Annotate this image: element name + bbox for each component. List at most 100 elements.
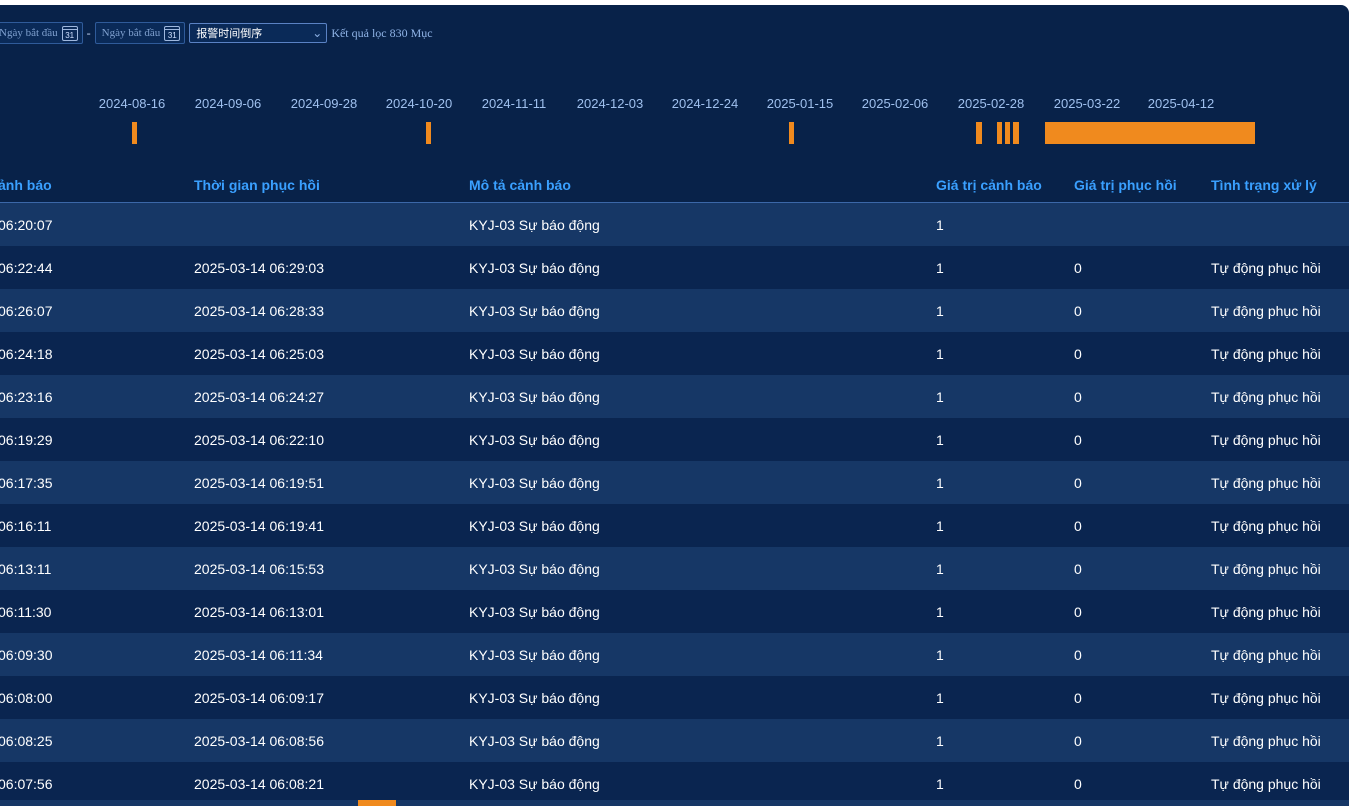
cell-recovery-time: 2025-03-14 06:22:10 xyxy=(194,432,324,448)
cell-recovery-time: 2025-03-14 06:24:27 xyxy=(194,389,324,405)
column-header-recovery-time[interactable]: Thời gian phục hồi xyxy=(194,177,320,193)
timeline-alarm-bar[interactable] xyxy=(1013,122,1019,144)
cell-status: Tự động phục hồi xyxy=(1211,518,1321,534)
cell-status: Tự động phục hồi xyxy=(1211,260,1321,276)
table-header: ảnh báo Thời gian phục hồi Mô tả cảnh bá… xyxy=(0,168,1349,203)
table-row[interactable]: 06:07:56 2025-03-14 06:08:21 KYJ-03 Sự b… xyxy=(0,762,1349,805)
cell-recovery-time: 2025-03-14 06:11:34 xyxy=(194,647,323,663)
timeline-label: 2025-02-28 xyxy=(957,96,1025,111)
cell-recovery-time: 2025-03-14 06:19:41 xyxy=(194,518,324,534)
timeline-alarm-bar[interactable] xyxy=(426,122,431,144)
table-row[interactable]: 06:11:30 2025-03-14 06:13:01 KYJ-03 Sự b… xyxy=(0,590,1349,633)
cell-status: Tự động phục hồi xyxy=(1211,647,1321,663)
cell-recovery-value: 0 xyxy=(1074,604,1082,620)
cell-alarm-value: 1 xyxy=(936,776,944,792)
cell-description: KYJ-03 Sự báo động xyxy=(469,303,600,319)
cell-recovery-time: 2025-03-14 06:19:51 xyxy=(194,475,324,491)
column-header-description[interactable]: Mô tả cảnh báo xyxy=(469,177,571,193)
cell-status: Tự động phục hồi xyxy=(1211,561,1321,577)
table-row[interactable]: 06:24:18 2025-03-14 06:25:03 KYJ-03 Sự b… xyxy=(0,332,1349,375)
alarm-timeline: 2024-08-16 2024-09-06 2024-09-28 2024-10… xyxy=(0,90,1349,150)
start-date-picker[interactable]: Ngày bắt đầu 31 xyxy=(0,22,83,44)
cell-alarm-value: 1 xyxy=(936,475,944,491)
cell-description: KYJ-03 Sự báo động xyxy=(469,432,600,448)
table-row[interactable]: 06:09:30 2025-03-14 06:11:34 KYJ-03 Sự b… xyxy=(0,633,1349,676)
timeline-label: 2024-09-06 xyxy=(194,96,262,111)
cell-recovery-time: 2025-03-14 06:15:53 xyxy=(194,561,324,577)
cell-recovery-value: 0 xyxy=(1074,303,1082,319)
table-row[interactable]: 06:20:07 KYJ-03 Sự báo động 1 xyxy=(0,203,1349,246)
timeline-label: 2025-02-06 xyxy=(861,96,929,111)
column-header-status[interactable]: Tình trạng xử lý xyxy=(1211,177,1317,193)
timeline-label: 2024-12-03 xyxy=(576,96,644,111)
cell-recovery-value: 0 xyxy=(1074,432,1082,448)
cell-recovery-value: 0 xyxy=(1074,776,1082,792)
cell-alarm-time: 06:08:00 xyxy=(0,690,53,706)
table-row[interactable]: 06:22:44 2025-03-14 06:29:03 KYJ-03 Sự b… xyxy=(0,246,1349,289)
cell-status: Tự động phục hồi xyxy=(1211,604,1321,620)
cell-alarm-value: 1 xyxy=(936,303,944,319)
timeline-alarm-bar[interactable] xyxy=(132,122,137,144)
cell-alarm-time: 06:09:30 xyxy=(0,647,53,663)
table-row[interactable]: 06:13:11 2025-03-14 06:15:53 KYJ-03 Sự b… xyxy=(0,547,1349,590)
cell-status: Tự động phục hồi xyxy=(1211,303,1321,319)
cell-alarm-value: 1 xyxy=(936,561,944,577)
cell-description: KYJ-03 Sự báo động xyxy=(469,561,600,577)
timeline-alarm-bar[interactable] xyxy=(1045,122,1255,144)
cell-alarm-time: 06:20:07 xyxy=(0,217,53,233)
result-count: Kết quả lọc 830 Mục xyxy=(331,25,433,40)
sort-selected-value: 报警时间倒序 xyxy=(196,27,263,40)
cell-alarm-time: 06:13:11 xyxy=(0,561,52,577)
end-date-picker[interactable]: Ngày bắt đầu 31 xyxy=(94,22,186,44)
cell-alarm-time: 06:11:30 xyxy=(0,604,52,620)
timeline-alarm-bar[interactable] xyxy=(976,122,982,144)
cell-alarm-time: 06:17:35 xyxy=(0,475,53,491)
chevron-down-icon: ⌄ xyxy=(312,26,323,40)
cell-recovery-value: 0 xyxy=(1074,690,1082,706)
sort-select[interactable]: 报警时间倒序 ⌄ xyxy=(189,23,328,43)
table-row[interactable]: 06:16:11 2025-03-14 06:19:41 KYJ-03 Sự b… xyxy=(0,504,1349,547)
calendar-icon: 31 xyxy=(61,25,78,41)
cell-alarm-time: 06:24:18 xyxy=(0,346,53,362)
pagination-active-page[interactable] xyxy=(358,800,396,806)
cell-recovery-value: 0 xyxy=(1074,647,1082,663)
cell-alarm-value: 1 xyxy=(936,432,944,448)
cell-description: KYJ-03 Sự báo động xyxy=(469,475,600,491)
table-row[interactable]: 06:08:25 2025-03-14 06:08:56 KYJ-03 Sự b… xyxy=(0,719,1349,762)
column-header-alarm-time[interactable]: ảnh báo xyxy=(0,177,52,193)
cell-description: KYJ-03 Sự báo động xyxy=(469,733,600,749)
timeline-alarm-bar[interactable] xyxy=(1005,122,1010,144)
table-row[interactable]: 06:23:16 2025-03-14 06:24:27 KYJ-03 Sự b… xyxy=(0,375,1349,418)
cell-recovery-value: 0 xyxy=(1074,389,1082,405)
cell-description: KYJ-03 Sự báo động xyxy=(469,690,600,706)
cell-recovery-value: 0 xyxy=(1074,518,1082,534)
cell-recovery-value: 0 xyxy=(1074,475,1082,491)
cell-description: KYJ-03 Sự báo động xyxy=(469,647,600,663)
column-header-alarm-value[interactable]: Giá trị cảnh báo xyxy=(936,177,1042,193)
cell-recovery-time: 2025-03-14 06:29:03 xyxy=(194,260,324,276)
table-row[interactable]: 06:26:07 2025-03-14 06:28:33 KYJ-03 Sự b… xyxy=(0,289,1349,332)
table-row[interactable]: 06:17:35 2025-03-14 06:19:51 KYJ-03 Sự b… xyxy=(0,461,1349,504)
cell-description: KYJ-03 Sự báo động xyxy=(469,217,600,233)
cell-recovery-value: 0 xyxy=(1074,561,1082,577)
cell-alarm-time: 06:26:07 xyxy=(0,303,53,319)
cell-alarm-value: 1 xyxy=(936,260,944,276)
cell-alarm-time: 06:08:25 xyxy=(0,733,53,749)
cell-alarm-time: 06:07:56 xyxy=(0,776,53,792)
timeline-alarm-bar[interactable] xyxy=(997,122,1002,144)
cell-recovery-value: 0 xyxy=(1074,260,1082,276)
cell-alarm-value: 1 xyxy=(936,389,944,405)
cell-description: KYJ-03 Sự báo động xyxy=(469,346,600,362)
date-separator: - xyxy=(86,25,91,40)
table-row[interactable]: 06:08:00 2025-03-14 06:09:17 KYJ-03 Sự b… xyxy=(0,676,1349,719)
cell-alarm-value: 1 xyxy=(936,346,944,362)
pagination-strip xyxy=(0,800,1349,806)
timeline-alarm-bar[interactable] xyxy=(789,122,794,144)
start-date-placeholder: Ngày bắt đầu xyxy=(0,27,58,39)
end-date-placeholder: Ngày bắt đầu xyxy=(101,27,161,39)
timeline-label: 2025-03-22 xyxy=(1053,96,1121,111)
timeline-label: 2024-08-16 xyxy=(98,96,166,111)
table-row[interactable]: 06:19:29 2025-03-14 06:22:10 KYJ-03 Sự b… xyxy=(0,418,1349,461)
filter-bar: Ngày bắt đầu 31 - Ngày bắt đầu 31 报警时间倒序… xyxy=(0,21,433,45)
column-header-recovery-value[interactable]: Giá trị phục hồi xyxy=(1074,177,1177,193)
